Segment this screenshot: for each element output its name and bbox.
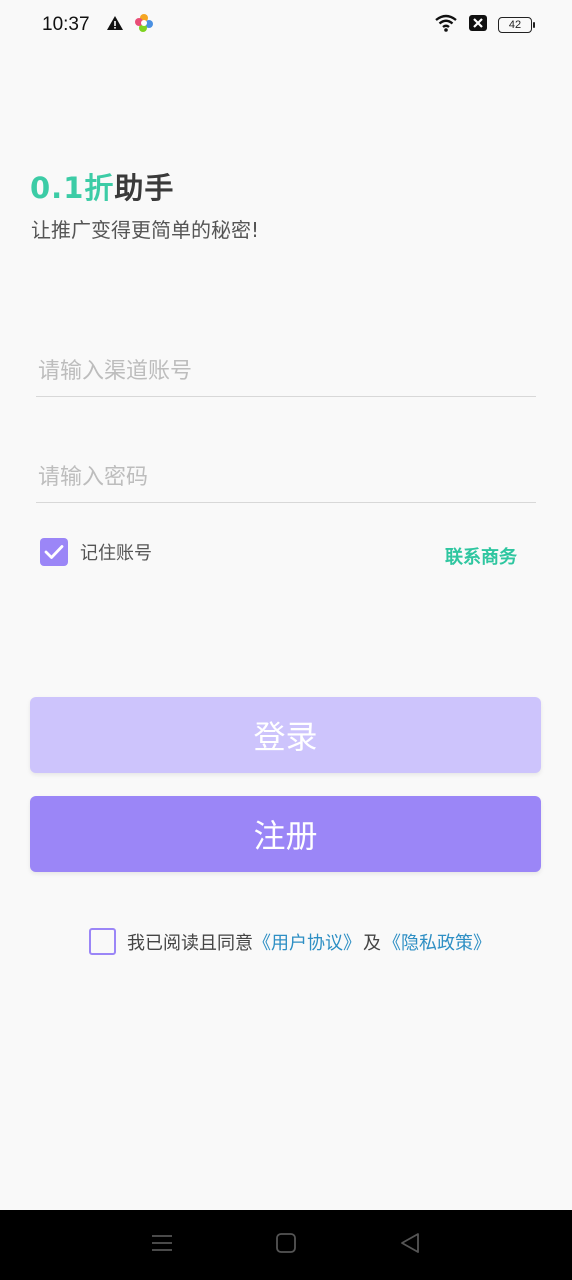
status-right-icons: 42 [434,14,535,37]
app-logo: 0.1折助手 [30,165,174,207]
user-agreement-link[interactable]: 《用户协议》 [253,929,361,955]
account-field [36,347,536,397]
menu-icon[interactable] [151,1233,173,1257]
tagline: 让推广变得更简单的秘密! [31,218,260,242]
remember-label: 记住账号 [80,543,152,564]
home-icon[interactable] [275,1232,297,1258]
contact-business-link[interactable]: 联系商务 [445,543,517,569]
login-button[interactable]: 登录 [30,697,541,773]
register-button[interactable]: 注册 [30,796,541,872]
back-icon[interactable] [399,1232,421,1258]
status-left-icons [106,13,154,38]
agreement-row: 我已阅读且同意 《用户协议》 及 《隐私政策》 [89,928,491,955]
status-bar: 10:37 42 [0,0,572,50]
logo-part-1: 0.1折 [30,171,115,205]
battery-icon: 42 [498,17,535,33]
warning-icon [106,15,124,36]
battery-level: 42 [508,19,522,31]
check-icon [44,545,64,559]
sim-off-icon [468,14,488,37]
logo-part-2: 助手 [114,171,175,205]
status-time: 10:37 [42,14,90,35]
wifi-icon [434,14,458,37]
system-nav-bar [0,1210,572,1280]
password-field [36,453,536,503]
remember-account[interactable]: 记住账号 [40,538,152,566]
account-input[interactable] [36,347,536,396]
password-input[interactable] [36,453,536,502]
agreement-prefix: 我已阅读且同意 [127,932,253,954]
agreement-checkbox[interactable] [89,928,116,955]
app-color-icon [134,13,154,38]
agreement-conjunction: 及 [363,932,381,954]
privacy-policy-link[interactable]: 《隐私政策》 [383,929,491,955]
remember-checkbox[interactable] [40,538,68,566]
